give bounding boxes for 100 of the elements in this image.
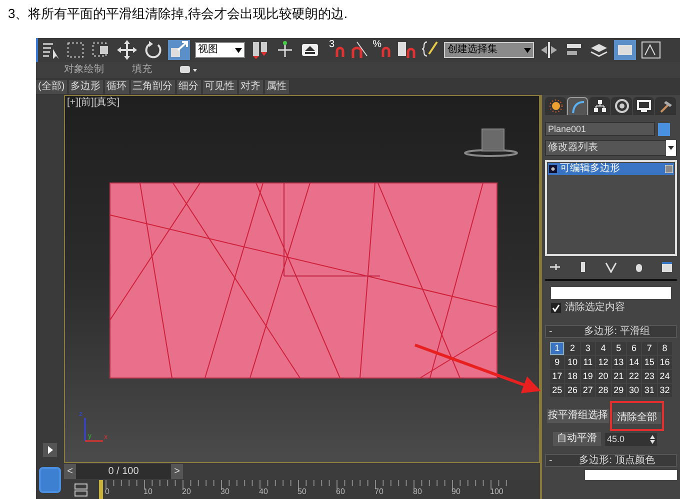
mini-viewport-button[interactable] [39,467,61,493]
play-icon[interactable] [43,443,57,457]
smoothing-group-button[interactable]: 30 [626,384,642,397]
snap-toggle[interactable]: % [372,40,392,60]
smoothing-group-button[interactable]: 27 [580,384,596,397]
ribbon-tab[interactable]: 多边形 [68,80,103,94]
modifier-list-dropdown[interactable]: 修改器列表 [545,140,677,156]
smoothing-group-button[interactable]: 4 [596,342,610,355]
smoothing-group-button[interactable]: 12 [596,356,610,369]
ribbon-tab[interactable]: (全部) [36,80,67,94]
pivot-icon[interactable] [275,40,295,60]
utilities-tab[interactable] [655,97,676,115]
modifier-stack-item[interactable]: 可编辑多边形 [548,163,674,175]
smoothing-group-button[interactable]: 3 [580,342,596,355]
time-marker[interactable] [99,480,103,499]
ribbon-tab[interactable]: 细分 [176,80,201,94]
rollout-header[interactable]: - 多边形: 平滑组 [545,325,677,338]
smoothing-group-button[interactable]: 24 [658,370,672,383]
smoothing-group-button[interactable]: 10 [565,356,580,369]
smoothing-group-button[interactable]: 22 [626,370,642,383]
smoothing-group-button[interactable]: 18 [565,370,580,383]
timeline-number: 30 [220,488,230,496]
view-dropdown[interactable]: 视图 [195,42,245,58]
color-field[interactable] [585,470,677,480]
mirror-icon[interactable] [250,40,270,60]
ribbon-tab[interactable]: 对齐 [238,80,263,94]
smoothing-group-button[interactable]: 13 [612,356,626,369]
options-toggle-icon[interactable] [180,65,200,75]
timeline-number: 80 [413,488,422,496]
auto-smooth-button[interactable]: 自动平滑 [553,432,601,446]
smoothing-group-button[interactable]: 21 [612,370,626,383]
previous-frame-button[interactable]: < [64,464,76,479]
smoothing-group-button[interactable]: 15 [642,356,657,369]
ribbon-tab[interactable]: 循环 [104,80,129,94]
smoothing-group-button[interactable]: 9 [550,356,564,369]
clear-all-button[interactable]: 清除全部 [613,412,661,424]
smoothing-group-button[interactable]: 26 [565,384,580,397]
hierarchy-tab[interactable] [589,97,610,115]
motion-tab[interactable] [611,97,632,115]
smoothing-group-button[interactable]: 2 [565,342,580,355]
timeline-number: 20 [182,488,191,496]
smoothing-group-button[interactable]: 5 [612,342,626,355]
dropdown-field[interactable] [551,287,671,299]
select-by-group-button[interactable]: 按平滑组选择 [547,409,609,423]
smoothing-group-button[interactable]: 20 [596,370,610,383]
smoothing-group-button[interactable]: 29 [612,384,626,397]
color-swatch[interactable] [658,122,670,136]
smoothing-group-button[interactable]: 17 [550,370,564,383]
timeline-number: 10 [144,488,152,496]
smoothing-group-button[interactable]: 14 [626,356,642,369]
ribbon-tab[interactable]: 属性 [264,80,289,94]
smoothing-group-button[interactable]: 1 [550,342,564,355]
make-unique-icon[interactable] [605,261,617,273]
rotate-icon[interactable] [143,40,163,60]
checkbox-label: 清除选定内容 [565,303,625,313]
timeline-number: 100 [490,488,504,496]
smoothing-group-button[interactable]: 7 [642,342,657,355]
smoothing-group-button[interactable]: 6 [626,342,642,355]
create-tab[interactable] [545,97,566,115]
smoothing-group-button[interactable]: 19 [580,370,596,383]
ribbon-label[interactable]: 对象绘制 [64,65,104,75]
rollout-header[interactable]: - 多边形: 顶点颜色 [545,454,677,467]
checkbox[interactable] [551,303,561,313]
smoothing-group-button[interactable]: 25 [550,384,564,397]
caret-icon[interactable] [666,140,676,156]
ribbon-tab[interactable]: 三角剖分 [130,80,175,94]
curve-editor-icon[interactable] [641,40,662,60]
selection-set-dropdown[interactable]: 创建选择集 [444,42,534,58]
snap-toggle[interactable]: 3 [329,40,345,60]
smoothing-group-button[interactable]: 11 [580,356,596,369]
ribbon-label[interactable]: 填充 [132,65,152,75]
smoothing-group-button[interactable]: 16 [658,356,672,369]
instruction-text: 3、将所有平面的平滑组清除掉,待会才会出现比较硬朗的边. [8,5,348,23]
time-slider-track[interactable]: < 0 / 100 > [64,463,540,480]
threshold-spinner[interactable]: 45.0 [605,432,657,446]
caret-icon[interactable] [524,48,532,52]
magnet-icon[interactable] [334,46,345,58]
smoothing-group-button[interactable]: 32 [658,384,672,397]
move-icon[interactable] [116,40,138,60]
smoothing-group-button[interactable]: 8 [658,342,672,355]
configure-sets-icon[interactable] [661,261,673,273]
object-name-field[interactable]: Plane001 [545,122,655,136]
mirror-axis-icon[interactable] [539,40,560,60]
ribbon-tab[interactable]: 可见性 [202,80,237,94]
rectangle-select-icon[interactable] [66,40,86,60]
display-tab[interactable] [633,97,654,115]
scale-icon[interactable] [168,40,190,60]
smoothing-group-button[interactable]: 28 [596,384,610,397]
caret-icon[interactable] [235,48,242,52]
timeline-number: 40 [259,488,268,496]
key-filter-icon[interactable] [74,483,88,497]
expand-icon[interactable] [549,165,557,173]
smoothing-group-button[interactable]: 23 [642,370,657,383]
smoothing-group-button[interactable]: 31 [642,384,657,397]
timeline-number: 90 [452,488,460,496]
spinner-snap-icon[interactable] [396,40,416,60]
time-slider-thumb[interactable]: 0 / 100 [76,464,171,479]
viewcube-icon[interactable] [464,128,518,157]
magnet-icon[interactable] [381,46,392,58]
next-frame-button[interactable]: > [171,464,183,479]
